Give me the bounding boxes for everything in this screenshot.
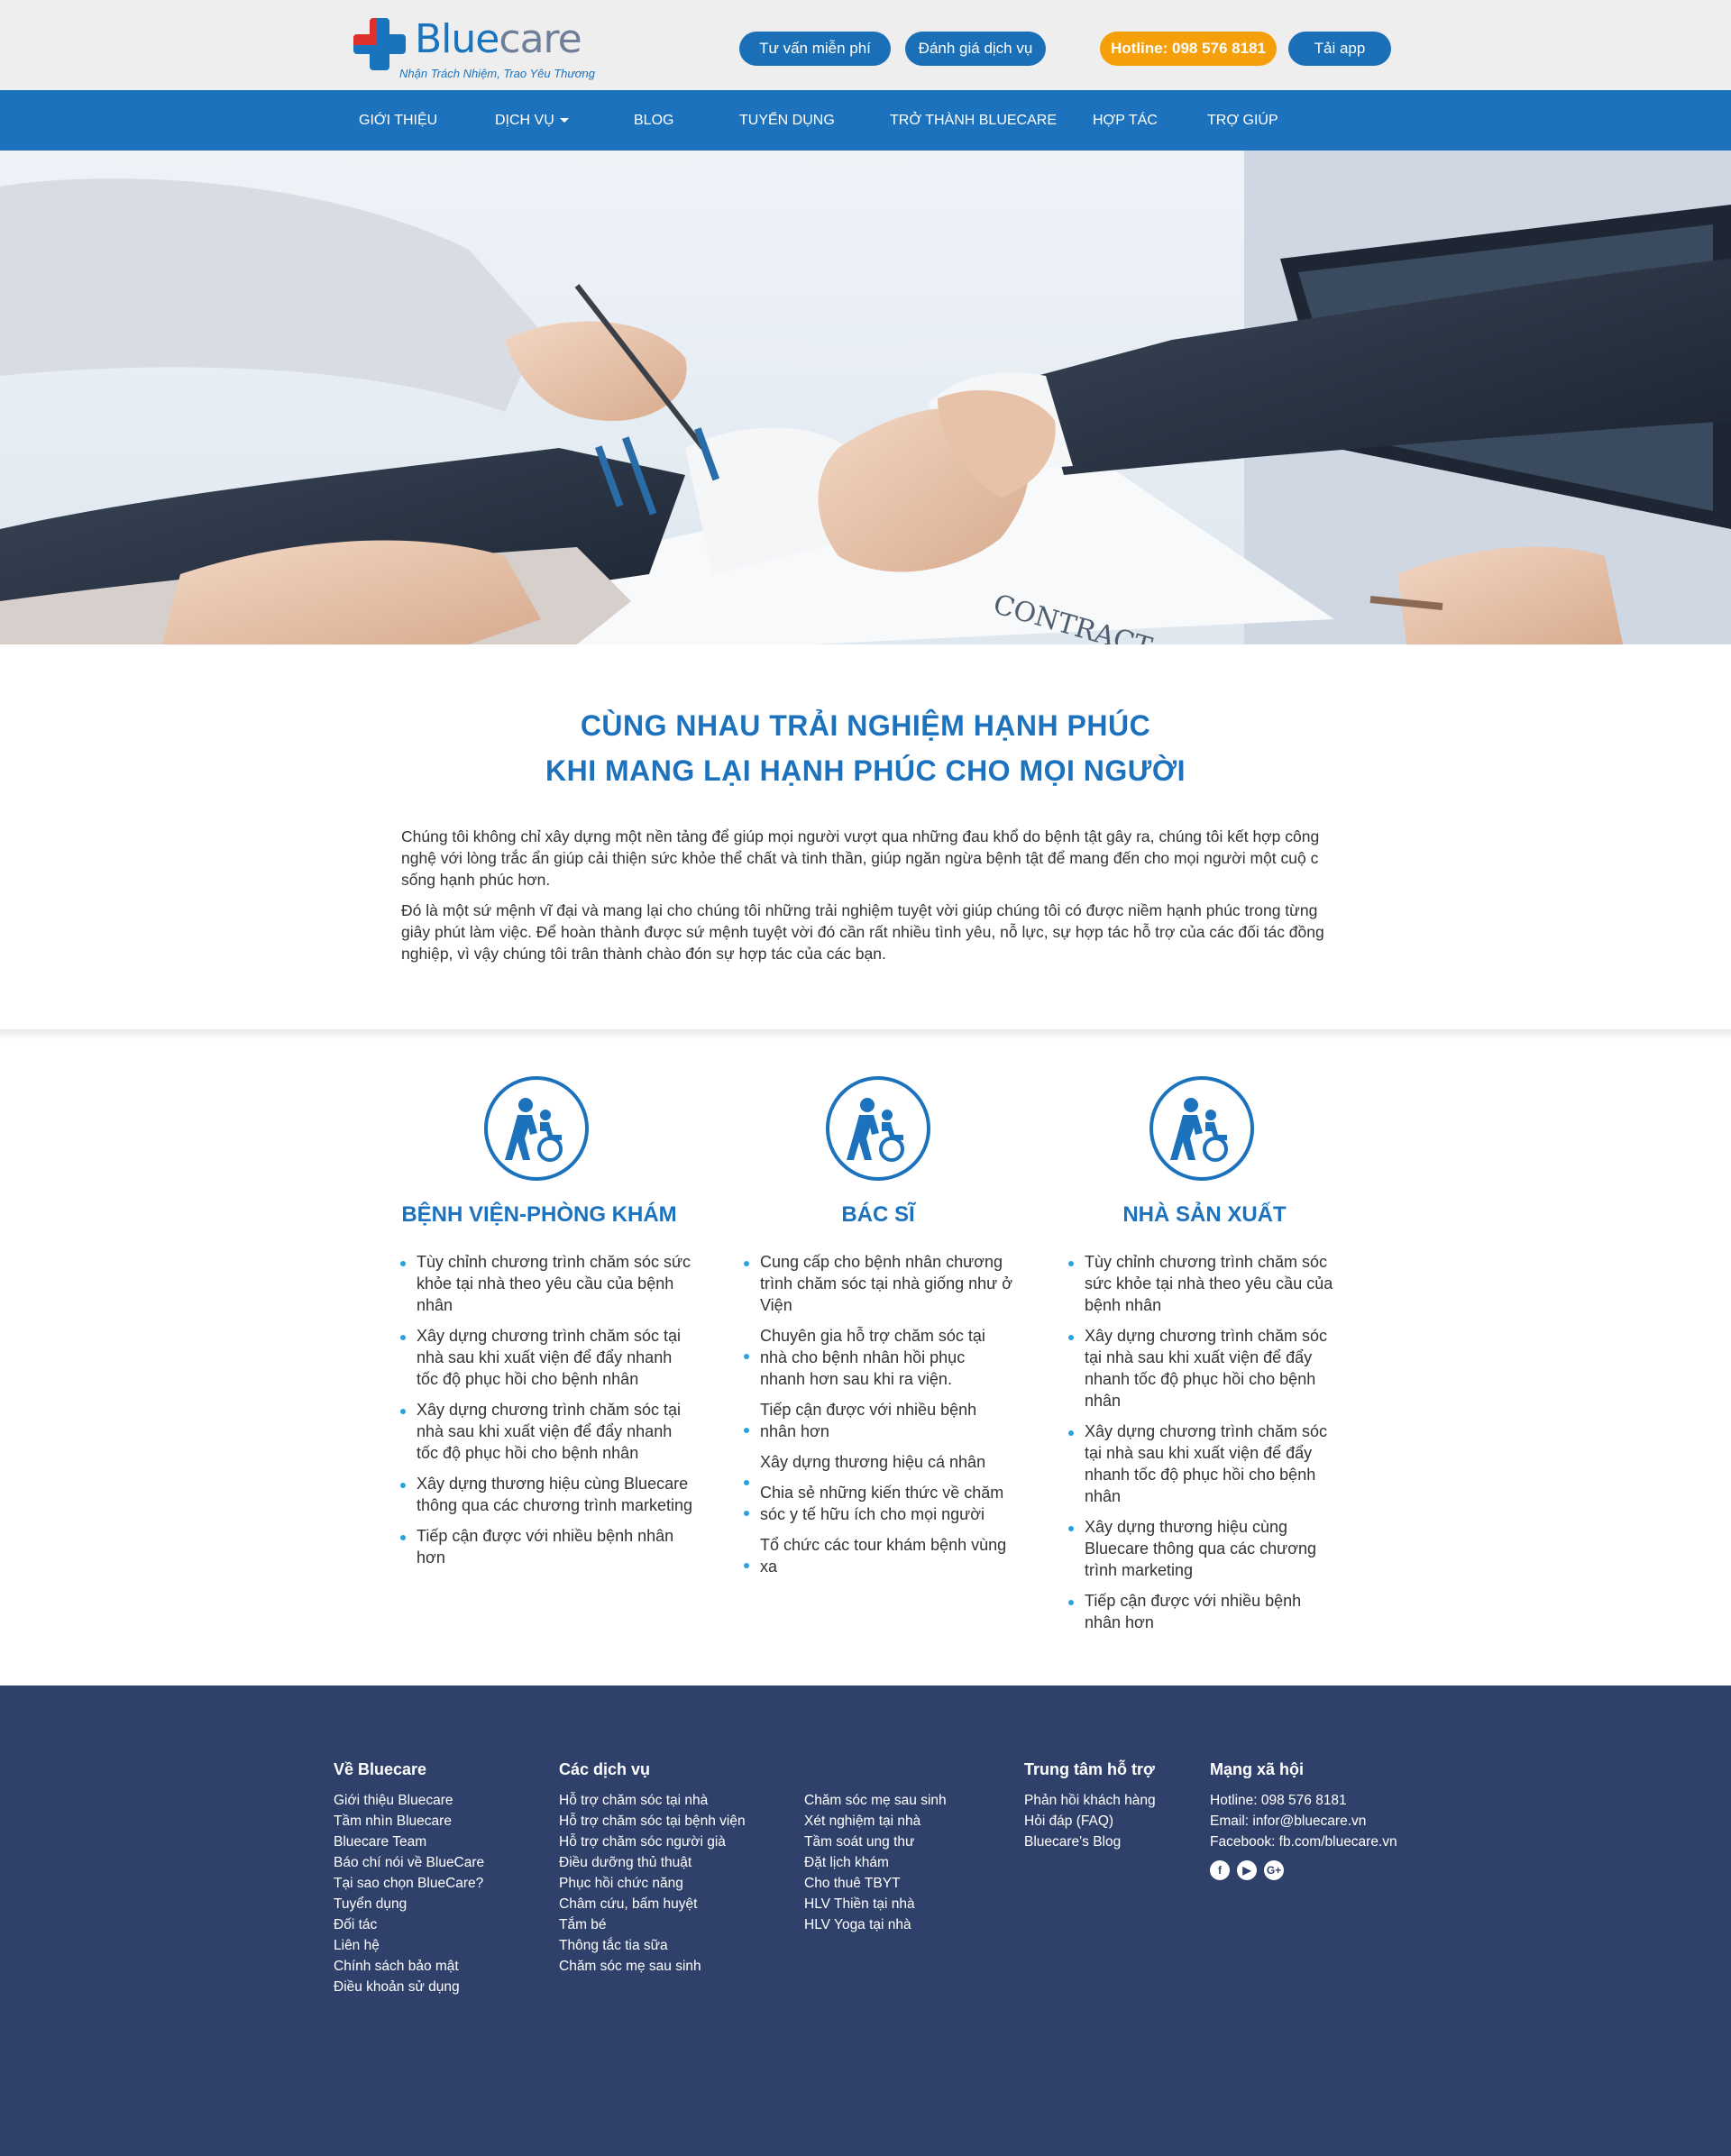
footer-link[interactable]: Bluecare's Blog xyxy=(1024,1832,1156,1852)
list-item: Tùy chỉnh chương trình chăm sóc sức khỏe… xyxy=(400,1251,698,1316)
youtube-icon[interactable]: ▶ xyxy=(1237,1860,1257,1880)
footer-link[interactable]: Bluecare Team xyxy=(334,1832,484,1852)
footer-link[interactable]: Châm cứu, bấm huyệt xyxy=(559,1894,746,1914)
list-item: Tiếp cận được với nhiều bệnh nhân hơn xyxy=(1068,1590,1339,1633)
footer-link[interactable]: Tắm bé xyxy=(559,1914,746,1935)
footer-link[interactable]: Hỗ trợ chăm sóc tại nhà xyxy=(559,1790,746,1811)
intro-title-line1: CÙNG NHAU TRẢI NGHIỆM HẠNH PHÚC xyxy=(580,709,1151,742)
section-divider xyxy=(0,1029,1731,1040)
footer-support-links: Phản hồi khách hàng Hỏi đáp (FAQ) Blueca… xyxy=(1024,1790,1156,1852)
list-item: Chuyên gia hỗ trợ chăm sóc tại nhà cho b… xyxy=(744,1325,1014,1390)
handshake-photo: CONTRACT xyxy=(0,151,1731,644)
nav-blog[interactable]: BLOG xyxy=(634,90,673,151)
bluecare-logo[interactable]: Bluecare Nhận Trách Nhiệm, Trao Yêu Thươ… xyxy=(353,13,597,85)
nav-services[interactable]: DỊCH VỤ xyxy=(495,90,569,151)
footer-link[interactable]: Tuyển dụng xyxy=(334,1894,484,1914)
footer-link[interactable]: Điều khoản sử dụng xyxy=(334,1977,484,1997)
footer-link[interactable]: Xét nghiệm tại nhà xyxy=(804,1811,947,1832)
footer-heading-social: Mạng xã hội xyxy=(1210,1760,1305,1778)
footer-link[interactable]: HLV Thiền tại nhà xyxy=(804,1894,947,1914)
list-item: Tiếp cận được với nhiều bệnh nhân hơn xyxy=(744,1399,1014,1442)
footer-services-links-col1: Hỗ trợ chăm sóc tại nhà Hỗ trợ chăm sóc … xyxy=(559,1790,746,1977)
list-item: Xây dựng chương trình chăm sóc tại nhà s… xyxy=(1068,1325,1339,1411)
nav-partnership[interactable]: HỢP TÁC xyxy=(1093,90,1158,151)
footer-link[interactable]: Tại sao chọn BlueCare? xyxy=(334,1873,484,1894)
service-list-manufacturer: Tùy chỉnh chương trình chăm sóc sức khỏe… xyxy=(1068,1251,1339,1642)
list-item: Xây dựng chương trình chăm sóc tại nhà s… xyxy=(400,1399,698,1464)
free-consult-button[interactable]: Tư vấn miễn phí xyxy=(739,32,891,66)
nav-become-bluecare[interactable]: TRỞ THÀNH BLUECARE xyxy=(890,90,1057,151)
service-review-button[interactable]: Đánh giá dịch vụ xyxy=(905,32,1046,66)
list-item: Xây dựng thương hiệu cá nhân xyxy=(744,1451,1014,1485)
footer-link[interactable]: Đối tác xyxy=(334,1914,484,1935)
site-footer: Về Bluecare Giới thiệu Bluecare Tầm nhìn… xyxy=(0,1686,1731,2156)
medical-cross-logo-icon xyxy=(353,18,406,70)
service-title-hospital: BỆNH VIỆN-PHÒNG KHÁM xyxy=(401,1202,677,1227)
service-list-doctor: Cung cấp cho bệnh nhân chương trình chăm… xyxy=(744,1251,1014,1586)
service-list-hospital: Tùy chỉnh chương trình chăm sóc sức khỏe… xyxy=(400,1251,698,1577)
footer-link[interactable]: Điều dưỡng thủ thuật xyxy=(559,1852,746,1873)
nav-about[interactable]: GIỚI THIỆU xyxy=(359,90,437,151)
footer-contact-lines: Hotline: 098 576 8181 Email: infor@bluec… xyxy=(1210,1790,1397,1852)
footer-link[interactable]: Thông tắc tia sữa xyxy=(559,1935,746,1956)
caregiver-wheelchair-icon xyxy=(1149,1076,1254,1181)
footer-link[interactable]: Hỗ trợ chăm sóc người già xyxy=(559,1832,746,1852)
list-item: Tổ chức các tour khám bệnh vùng xa xyxy=(744,1534,1014,1577)
footer-link[interactable]: Hỗ trợ chăm sóc tại bệnh viện xyxy=(559,1811,746,1832)
footer-link[interactable]: Hỏi đáp (FAQ) xyxy=(1024,1811,1156,1832)
footer-about-links: Giới thiệu Bluecare Tầm nhìn Bluecare Bl… xyxy=(334,1790,484,1997)
service-title-manufacturer: NHÀ SẢN XUẤT xyxy=(1122,1202,1287,1227)
footer-link[interactable]: Chăm sóc mẹ sau sinh xyxy=(804,1790,947,1811)
footer-heading-support: Trung tâm hỗ trợ xyxy=(1024,1760,1155,1778)
footer-link[interactable]: HLV Yoga tại nhà xyxy=(804,1914,947,1935)
list-item: Xây dựng thương hiệu cùng Bluecare thông… xyxy=(400,1473,698,1516)
footer-link[interactable]: Đặt lịch khám xyxy=(804,1852,947,1873)
footer-services-links-col2: Chăm sóc mẹ sau sinh Xét nghiệm tại nhà … xyxy=(804,1790,947,1935)
footer-link[interactable]: Tầm soát ung thư xyxy=(804,1832,947,1852)
footer-link[interactable]: Phản hồi khách hàng xyxy=(1024,1790,1156,1811)
list-item: Tùy chỉnh chương trình chăm sóc sức khỏe… xyxy=(1068,1251,1339,1316)
list-item: Xây dựng chương trình chăm sóc tại nhà s… xyxy=(1068,1421,1339,1507)
list-item: Cung cấp cho bệnh nhân chương trình chăm… xyxy=(744,1251,1014,1316)
footer-link[interactable]: Báo chí nói về BlueCare xyxy=(334,1852,484,1873)
nav-help[interactable]: TRỢ GIÚP xyxy=(1207,90,1278,151)
service-title-doctor: BÁC SĨ xyxy=(841,1202,915,1227)
list-item: Xây dựng thương hiệu cùng Bluecare thông… xyxy=(1068,1516,1339,1581)
footer-link[interactable]: Chính sách bảo mật xyxy=(334,1956,484,1977)
facebook-icon[interactable]: f xyxy=(1210,1860,1230,1880)
nav-careers[interactable]: TUYỂN DỤNG xyxy=(739,90,835,151)
list-item: Chia sẻ những kiến thức về chăm sóc y tế… xyxy=(744,1482,1014,1525)
footer-link[interactable]: Giới thiệu Bluecare xyxy=(334,1790,484,1811)
hero-banner-handshake: CONTRACT xyxy=(0,151,1731,644)
nav-services-label: DỊCH VỤ xyxy=(495,113,554,128)
footer-facebook[interactable]: Facebook: fb.com/bluecare.vn xyxy=(1210,1832,1397,1852)
main-nav: GIỚI THIỆU DỊCH VỤ BLOG TUYỂN DỤNG TRỞ T… xyxy=(0,90,1731,151)
caregiver-wheelchair-icon xyxy=(484,1076,589,1181)
logo-wordmark: Bluecare xyxy=(415,16,582,62)
caregiver-wheelchair-icon xyxy=(826,1076,930,1181)
top-header: Bluecare Nhận Trách Nhiệm, Trao Yêu Thươ… xyxy=(0,0,1731,90)
footer-link[interactable]: Liên hệ xyxy=(334,1935,484,1956)
hotline-button[interactable]: Hotline: 098 576 8181 xyxy=(1100,32,1277,66)
caret-down-icon xyxy=(559,118,569,123)
intro-title-line2: KHI MANG LẠI HẠNH PHÚC CHO MỌI NGƯỜI xyxy=(545,754,1186,787)
list-item: Tiếp cận được với nhiều bệnh nhân hơn xyxy=(400,1525,698,1568)
footer-link[interactable]: Tầm nhìn Bluecare xyxy=(334,1811,484,1832)
footer-email[interactable]: Email: infor@bluecare.vn xyxy=(1210,1811,1397,1832)
list-item: Xây dựng chương trình chăm sóc tại nhà s… xyxy=(400,1325,698,1390)
footer-hotline[interactable]: Hotline: 098 576 8181 xyxy=(1210,1790,1397,1811)
logo-tagline: Nhận Trách Nhiệm, Trao Yêu Thương xyxy=(399,67,595,80)
intro-paragraph-2: Đó là một sứ mệnh vĩ đại và mang lại cho… xyxy=(401,901,1324,963)
intro-paragraph-1: Chúng tôi không chỉ xây dựng một nền tản… xyxy=(401,827,1320,889)
footer-link[interactable]: Chăm sóc mẹ sau sinh xyxy=(559,1956,746,1977)
download-app-button[interactable]: Tải app xyxy=(1288,32,1391,66)
footer-link[interactable]: Phục hồi chức năng xyxy=(559,1873,746,1894)
footer-heading-services: Các dịch vụ xyxy=(559,1760,651,1778)
footer-link[interactable]: Cho thuê TBYT xyxy=(804,1873,947,1894)
google-plus-icon[interactable]: G+ xyxy=(1264,1860,1284,1880)
footer-heading-about: Về Bluecare xyxy=(334,1760,427,1778)
